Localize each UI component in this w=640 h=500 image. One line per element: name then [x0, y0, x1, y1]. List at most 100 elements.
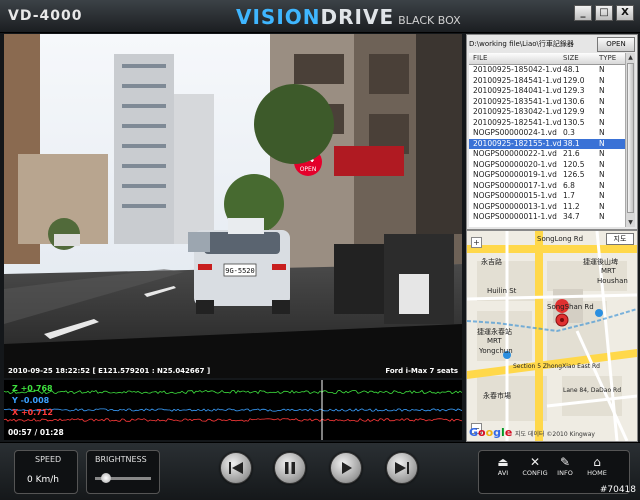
brightness-label: BRIGHTNESS — [95, 455, 147, 464]
file-cell-type: N — [599, 86, 605, 95]
zoom-in-icon[interactable]: + — [471, 237, 482, 248]
minimize-button[interactable]: _ — [574, 5, 592, 21]
next-button[interactable] — [386, 452, 418, 484]
y-axis-value: Y -0.008 — [12, 396, 50, 405]
col-file[interactable]: FILE — [473, 53, 487, 64]
file-cell-type: N — [599, 96, 605, 106]
file-row[interactable]: NOGPS00000013-1.vd 11.2 N — [469, 202, 625, 213]
file-cell-size: 130.6 — [563, 96, 585, 106]
map-view[interactable]: 지도 + − SongLong Rd 永吉路 捷運後山埤 MRT Houshan… — [466, 230, 638, 442]
file-row[interactable]: NOGPS00000011-1.vd 34.7 N — [469, 212, 625, 223]
close-button[interactable]: X — [616, 5, 634, 21]
maximize-button[interactable]: □ — [595, 5, 613, 21]
file-cell-file: NOGPS00000017-1.vd — [473, 180, 557, 190]
x-axis-value: X +0.712 — [12, 408, 53, 417]
file-cell-file: NOGPS00000024-1.vd — [473, 128, 557, 137]
file-row[interactable]: 20100925-183541-1.vd 130.6 N — [469, 97, 625, 108]
col-size[interactable]: SIZE — [563, 53, 579, 64]
file-cell-file: NOGPS00000015-1.vd — [473, 191, 557, 200]
file-cell-file: 20100925-183541-1.vd — [473, 96, 562, 106]
next-icon — [395, 462, 409, 474]
file-cell-type: N — [599, 159, 605, 169]
scroll-thumb[interactable] — [627, 63, 634, 213]
file-cell-file: 20100925-182541-1.vd — [473, 117, 562, 127]
brightness-box: BRIGHTNESS — [86, 450, 160, 494]
file-panel: D:\working file\Liao\行車記錄器 OPEN FILE SIZ… — [466, 34, 638, 230]
file-cell-type: N — [599, 149, 605, 158]
g-sensor-trace — [4, 408, 462, 412]
brightness-knob[interactable] — [101, 473, 112, 483]
map-label-houshan-cn: 捷運後山埤 — [583, 258, 618, 266]
file-list: 20100925-185042-1.vd 48.1 N 20100925-184541… — [469, 65, 625, 227]
file-row[interactable]: NOGPS00000017-1.vd 6.8 N — [469, 181, 625, 192]
file-cell-type: N — [599, 138, 605, 148]
file-scrollbar[interactable]: ▲ ▼ — [625, 53, 635, 227]
video-view[interactable]: 24 OPEN 9G-5520 2010-09-25 18:22:52 [ E1… — [4, 34, 462, 378]
file-row[interactable]: 20100925-185042-1.vd 48.1 N — [469, 65, 625, 76]
file-cell-type: N — [599, 191, 605, 200]
file-row[interactable]: NOGPS00000015-1.vd 1.7 N — [469, 191, 625, 202]
map-label-houshan: Houshan — [597, 277, 628, 285]
tools-icon: ✕ — [529, 455, 541, 469]
avi-button[interactable]: ⏏ AVI — [488, 455, 518, 477]
file-cell-file: NOGPS00000022-1.vd — [473, 149, 557, 158]
map-label-yongji: 永吉路 — [481, 258, 502, 266]
file-cell-file: 20100925-184041-1.vd — [473, 86, 562, 95]
title-bar: VD-4000 VISIONDRIVE BLACK BOX _ □ X — [0, 0, 640, 33]
speed-label: SPEED — [35, 455, 62, 464]
map-label-yongchun: Yongchun — [479, 347, 513, 355]
file-list-header: FILE SIZE TYPE — [469, 53, 625, 65]
info-button[interactable]: ✎ INFO — [550, 455, 580, 477]
vehicle-label: Ford i-Max 7 seats — [385, 367, 458, 375]
play-icon — [342, 462, 352, 474]
file-cell-size: 129.0 — [563, 75, 585, 85]
g-sensor-trace — [4, 418, 462, 422]
previous-icon — [229, 462, 243, 474]
model-name: VD-4000 — [8, 8, 83, 24]
col-type[interactable]: TYPE — [599, 53, 616, 64]
sign-open: OPEN — [300, 166, 317, 173]
file-row[interactable]: NOGPS00000020-1.vd 120.5 N — [469, 160, 625, 171]
file-row[interactable]: NOGPS00000024-1.vd 0.3 N — [469, 128, 625, 139]
home-button[interactable]: ⌂ HOME — [582, 455, 612, 477]
config-button[interactable]: ✕ CONFIG — [520, 455, 550, 477]
map-type-button[interactable]: 지도 — [606, 233, 634, 245]
file-row[interactable]: 20100925-184541-1.vd 129.0 N — [469, 76, 625, 87]
file-row[interactable]: 20100925-182541-1.vd 130.5 N — [469, 118, 625, 129]
file-row[interactable]: 20100925-184041-1.vd 129.3 N — [469, 86, 625, 97]
file-cell-size: 11.2 — [563, 201, 580, 211]
file-cell-file: NOGPS00000019-1.vd — [473, 170, 557, 179]
file-cell-file: 20100925-184541-1.vd — [473, 75, 562, 85]
speed-value: 0 Km/h — [27, 475, 59, 485]
file-cell-size: 48.1 — [563, 65, 580, 74]
play-button[interactable] — [330, 452, 362, 484]
home-label: HOME — [587, 469, 607, 477]
previous-button[interactable] — [220, 452, 252, 484]
license-plate: 9G-5520 — [225, 267, 255, 275]
file-row[interactable]: 20100925-183042-1.vd 129.9 N — [469, 107, 625, 118]
scroll-down-icon[interactable]: ▼ — [626, 218, 635, 227]
file-cell-file: 20100925-182155-1.vd — [473, 138, 562, 148]
map-label-mrt2: MRT — [487, 337, 502, 345]
pause-button[interactable] — [274, 452, 306, 484]
path-field[interactable]: D:\working file\Liao\行車記錄器 — [469, 37, 597, 51]
file-cell-file: NOGPS00000020-1.vd — [473, 159, 557, 169]
scroll-up-icon[interactable]: ▲ — [626, 53, 635, 62]
file-cell-size: 129.9 — [563, 107, 585, 116]
file-row[interactable]: NOGPS00000019-1.vd 126.5 N — [469, 170, 625, 181]
file-row[interactable]: 20100925-182155-1.vd 38.1 N — [469, 138, 625, 149]
file-cell-size: 34.7 — [563, 212, 580, 221]
open-button[interactable]: OPEN — [597, 37, 635, 52]
window-controls: _ □ X — [574, 5, 634, 21]
file-cell-file: 20100925-183042-1.vd — [473, 107, 562, 116]
file-row[interactable]: NOGPS00000022-1.vd 21.6 N — [469, 149, 625, 160]
file-cell-size: 38.1 — [563, 138, 580, 148]
file-cell-type: N — [599, 128, 605, 137]
file-cell-file: 20100925-185042-1.vd — [473, 65, 562, 74]
file-cell-type: N — [599, 212, 605, 221]
file-cell-type: N — [599, 180, 605, 190]
file-cell-file: NOGPS00000013-1.vd — [473, 201, 557, 211]
map-copyright: 지도 데이터 ©2010 Kingway — [515, 431, 595, 438]
g-sensor-graph[interactable]: Z +0.768 Y -0.008 X +0.712 00:57 / 01:28 — [4, 380, 462, 440]
brand-sub: BLACK BOX — [398, 14, 461, 27]
